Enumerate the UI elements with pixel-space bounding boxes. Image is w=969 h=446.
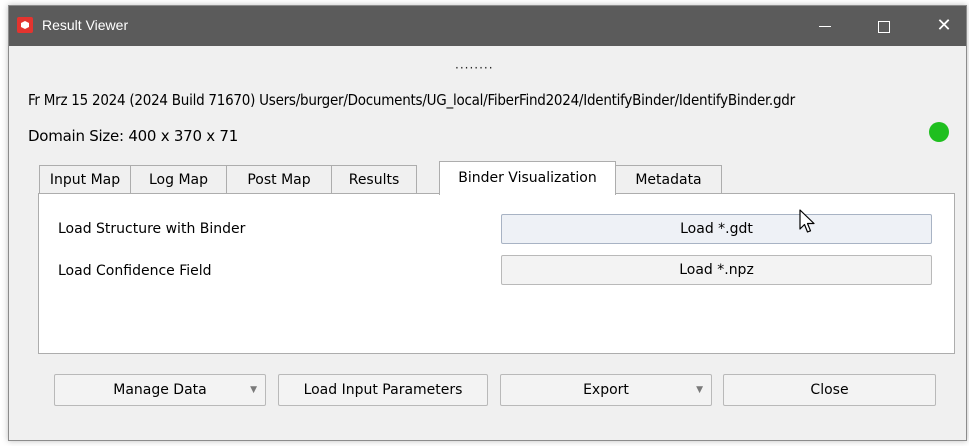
tab-metadata[interactable]: Metadata bbox=[615, 165, 722, 193]
load-npz-button[interactable]: Load *.npz bbox=[501, 255, 932, 285]
minimize-icon bbox=[819, 26, 831, 27]
load-input-parameters-button[interactable]: Load Input Parameters bbox=[278, 374, 488, 406]
status-indicator bbox=[929, 122, 949, 142]
manage-data-label: Manage Data bbox=[113, 382, 207, 398]
close-window-button[interactable]: ✕ bbox=[921, 6, 967, 46]
load-gdt-button[interactable]: Load *.gdt bbox=[501, 214, 932, 244]
manage-data-button[interactable]: Manage Data ▼ bbox=[54, 374, 266, 406]
close-button[interactable]: Close bbox=[723, 374, 936, 406]
result-viewer-window: Result Viewer ✕ ········ Fr Mrz 15 2024 … bbox=[8, 5, 967, 441]
load-confidence-label: Load Confidence Field bbox=[58, 263, 212, 279]
tab-log-map[interactable]: Log Map bbox=[130, 165, 227, 193]
minimize-button[interactable] bbox=[802, 6, 848, 46]
dropdown-arrow-icon: ▼ bbox=[250, 385, 257, 395]
export-label: Export bbox=[583, 382, 629, 398]
build-path-text: Fr Mrz 15 2024 (2024 Build 71670) Users/… bbox=[28, 91, 795, 109]
app-logo-icon bbox=[17, 17, 33, 33]
domain-size-text: Domain Size: 400 x 370 x 71 bbox=[28, 127, 239, 145]
tab-binder-visualization[interactable]: Binder Visualization bbox=[439, 161, 616, 195]
tab-results[interactable]: Results bbox=[331, 165, 417, 193]
tab-input-map[interactable]: Input Map bbox=[39, 165, 131, 193]
tab-post-map[interactable]: Post Map bbox=[226, 165, 332, 193]
dropdown-arrow-icon: ▼ bbox=[696, 385, 703, 395]
maximize-icon bbox=[878, 20, 890, 33]
export-button[interactable]: Export ▼ bbox=[500, 374, 712, 406]
load-structure-label: Load Structure with Binder bbox=[58, 221, 246, 237]
maximize-button[interactable] bbox=[861, 6, 907, 46]
title-bar[interactable]: Result Viewer ✕ bbox=[9, 6, 966, 46]
mouse-cursor-icon bbox=[799, 209, 815, 233]
splitter-handle[interactable]: ········ bbox=[455, 62, 505, 74]
window-title: Result Viewer bbox=[42, 17, 129, 33]
close-icon: ✕ bbox=[936, 15, 952, 36]
